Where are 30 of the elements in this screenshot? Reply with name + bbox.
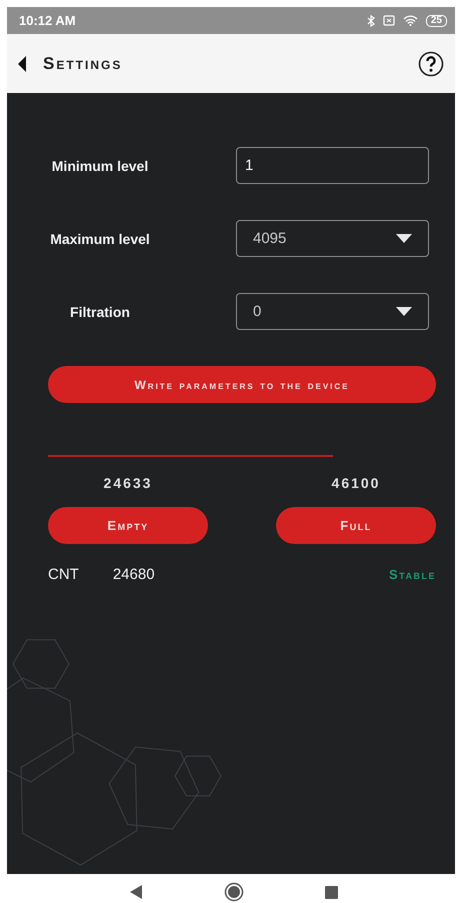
help-icon: [418, 50, 444, 76]
calibrate-button[interactable]: Full: [276, 507, 436, 544]
home-circle-icon: [224, 882, 244, 902]
wifi-icon: [402, 15, 418, 26]
status-text: Stable: [389, 567, 436, 582]
input-field[interactable]: 1: [236, 147, 429, 184]
screen-title: Settings: [43, 54, 124, 74]
dropdown-field[interactable]: 0: [236, 293, 429, 330]
back-triangle-icon: [130, 885, 142, 899]
help-button[interactable]: [417, 50, 445, 78]
write-button[interactable]: Write parameters to the device: [48, 366, 436, 403]
bluetooth-icon: [366, 14, 375, 26]
back-icon: [18, 56, 26, 72]
calibrate-button[interactable]: Empty: [48, 507, 208, 544]
dropdown-field[interactable]: 4095: [236, 220, 429, 257]
counter-value: 24680: [112, 566, 156, 583]
dropdown-arrow-icon: [396, 307, 412, 316]
field-label: Maximum level: [49, 230, 151, 246]
reading-value: 24633: [104, 475, 152, 491]
back-button[interactable]: [17, 54, 27, 72]
clock-time: 10:12 AM: [19, 13, 76, 28]
battery-level: 25: [426, 14, 447, 26]
field-label: Filtration: [69, 304, 131, 320]
dropdown-arrow-icon: [396, 234, 412, 243]
home-nav-button[interactable]: [222, 881, 244, 903]
counter-label: CNT: [48, 566, 79, 583]
reading-value: 46100: [332, 475, 380, 491]
field-label: Minimum level: [50, 158, 150, 174]
square-icon: [325, 886, 338, 898]
sim-card-icon: [382, 15, 395, 26]
